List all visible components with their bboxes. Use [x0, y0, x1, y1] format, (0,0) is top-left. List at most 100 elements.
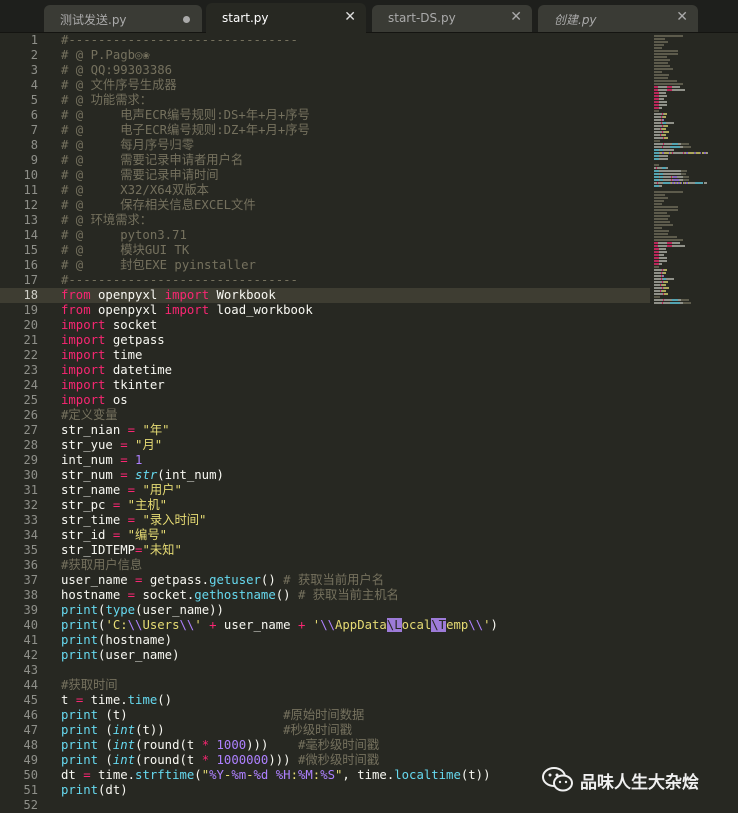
line-number: 14 [23, 228, 38, 242]
line-code: user_name = getpass.getuser() # 获取当前用户名 [61, 573, 385, 587]
code-line[interactable]: 39 print(type(user_name)) [0, 603, 650, 618]
line-number: 28 [23, 438, 38, 452]
code-line[interactable]: 27 str_nian = "年" [0, 423, 650, 438]
line-number: 29 [23, 453, 38, 467]
code-line[interactable]: 12 # @ 保存相关信息EXCEL文件 [0, 198, 650, 213]
tab-label: 创建.py [554, 13, 597, 27]
line-code: print('C:\\Users\\' + user_name + '\\App… [61, 618, 498, 632]
code-line[interactable]: 1 #------------------------------- [0, 33, 650, 48]
tab-start-ds[interactable]: start-DS.py ✕ [372, 5, 532, 32]
line-number: 42 [23, 648, 38, 662]
line-number: 45 [23, 693, 38, 707]
code-line[interactable]: 34 str_id = "编号" [0, 528, 650, 543]
code-line[interactable]: 36 #获取用户信息 [0, 558, 650, 573]
line-code: str_id = "编号" [61, 528, 168, 542]
line-number: 19 [23, 303, 38, 317]
code-line[interactable]: 9 # @ 需要记录申请者用户名 [0, 153, 650, 168]
line-code: # @ 需要记录申请者用户名 [61, 153, 244, 167]
line-code: from openpyxl import load_workbook [61, 303, 313, 317]
code-line[interactable]: 44 #获取时间 [0, 678, 650, 693]
close-icon[interactable]: ✕ [676, 9, 688, 25]
code-line[interactable]: 17 #------------------------------- [0, 273, 650, 288]
line-code: str_yue = "月" [61, 438, 163, 452]
code-line[interactable]: 4 # @ 文件序号生成器 [0, 78, 650, 93]
line-number: 35 [23, 543, 38, 557]
code-line[interactable]: 52 [0, 798, 650, 813]
code-line[interactable]: 15 # @ 模块GUI TK [0, 243, 650, 258]
code-line[interactable]: 40 print('C:\\Users\\' + user_name + '\\A… [0, 618, 650, 633]
code-line[interactable]: 33 str_time = "录入时间" [0, 513, 650, 528]
line-code: int_num = 1 [61, 453, 143, 467]
code-line[interactable]: 32 str_pc = "主机" [0, 498, 650, 513]
line-number: 40 [23, 618, 38, 632]
line-code: print(user_name) [61, 648, 180, 662]
code-line[interactable]: 30 str_num = str(int_num) [0, 468, 650, 483]
line-code: str_name = "用户" [61, 483, 182, 497]
minimap[interactable] [652, 33, 738, 333]
code-line[interactable]: 25 import os [0, 393, 650, 408]
line-code: # @ 电声ECR编号规则:DS+年+月+序号 [61, 108, 310, 122]
code-editor[interactable]: 1 #------------------------------- 2 # @ P.… [0, 33, 650, 813]
line-number: 32 [23, 498, 38, 512]
code-line[interactable]: 28 str_yue = "月" [0, 438, 650, 453]
code-line[interactable]: 7 # @ 电子ECR编号规则:DZ+年+月+序号 [0, 123, 650, 138]
line-code: # @ 模块GUI TK [61, 243, 190, 257]
code-line[interactable]: 13 # @ 环境需求： [0, 213, 650, 228]
code-line[interactable]: 10 # @ 需要记录申请时间 [0, 168, 650, 183]
code-line[interactable]: 20 import socket [0, 318, 650, 333]
code-line[interactable]: 42 print(user_name) [0, 648, 650, 663]
code-line[interactable]: 21 import getpass [0, 333, 650, 348]
tab-start[interactable]: start.py ✕ [206, 3, 366, 33]
code-line[interactable]: 37 user_name = getpass.getuser() # 获取当前用户… [0, 573, 650, 588]
line-code: import tkinter [61, 378, 165, 392]
line-number: 17 [23, 273, 38, 287]
code-line[interactable]: 6 # @ 电声ECR编号规则:DS+年+月+序号 [0, 108, 650, 123]
code-line[interactable]: 46 print (t) #原始时间数据 [0, 708, 650, 723]
code-line[interactable]: 14 # @ pyton3.71 [0, 228, 650, 243]
line-code: # @ 需要记录申请时间 [61, 168, 219, 182]
line-code: # @ X32/X64双版本 [61, 183, 209, 197]
close-icon[interactable]: ✕ [510, 9, 522, 25]
code-line[interactable]: 19 from openpyxl import load_workbook [0, 303, 650, 318]
code-line[interactable]: 35 str_IDTEMP="未知" [0, 543, 650, 558]
code-line[interactable]: 43 [0, 663, 650, 678]
line-code: hostname = socket.gethostname() # 获取当前主机… [61, 588, 399, 602]
code-line[interactable]: 23 import datetime [0, 363, 650, 378]
code-line[interactable]: 16 # @ 封包EXE pyinstaller [0, 258, 650, 273]
code-line[interactable]: 41 print(hostname) [0, 633, 650, 648]
modified-dot-icon[interactable] [183, 16, 190, 23]
line-number: 18 [23, 288, 38, 302]
code-line[interactable]: 31 str_name = "用户" [0, 483, 650, 498]
line-number: 46 [23, 708, 38, 722]
code-line[interactable]: 47 print (int(t)) #秒级时间戳 [0, 723, 650, 738]
code-line[interactable]: 8 # @ 每月序号归零 [0, 138, 650, 153]
code-line[interactable]: 2 # @ P.Pagb◎❀ [0, 48, 650, 63]
code-line[interactable]: 45 t = time.time() [0, 693, 650, 708]
line-number: 3 [30, 63, 38, 77]
code-line[interactable]: 11 # @ X32/X64双版本 [0, 183, 650, 198]
tab-create[interactable]: 创建.py ✕ [538, 5, 698, 32]
code-line[interactable]: 38 hostname = socket.gethostname() # 获取当前… [0, 588, 650, 603]
line-code: # @ pyton3.71 [61, 228, 187, 242]
code-line[interactable]: 26 #定义变量 [0, 408, 650, 423]
code-line[interactable]: 18 from openpyxl import Workbook [0, 288, 650, 303]
code-line[interactable]: 3 # @ QQ:99303386 [0, 63, 650, 78]
line-code: # @ 每月序号归零 [61, 138, 195, 152]
tab-test-send[interactable]: 测试发送.py [44, 5, 202, 32]
code-line[interactable]: 5 # @ 功能需求： [0, 93, 650, 108]
line-number: 7 [30, 123, 38, 137]
line-number: 43 [23, 663, 38, 677]
line-code: # @ 环境需求： [61, 213, 153, 227]
line-number: 4 [30, 78, 38, 92]
line-number: 2 [30, 48, 38, 62]
line-number: 44 [23, 678, 38, 692]
line-code: str_time = "录入时间" [61, 513, 207, 527]
line-code: # @ 电子ECR编号规则:DZ+年+月+序号 [61, 123, 310, 137]
code-line[interactable]: 29 int_num = 1 [0, 453, 650, 468]
code-line[interactable]: 24 import tkinter [0, 378, 650, 393]
code-line[interactable]: 22 import time [0, 348, 650, 363]
code-line[interactable]: 48 print (int(round(t * 1000))) #毫秒级时间戳 [0, 738, 650, 753]
close-icon[interactable]: ✕ [344, 9, 356, 25]
tab-label: 测试发送.py [60, 13, 127, 27]
line-code: print(dt) [61, 783, 128, 797]
